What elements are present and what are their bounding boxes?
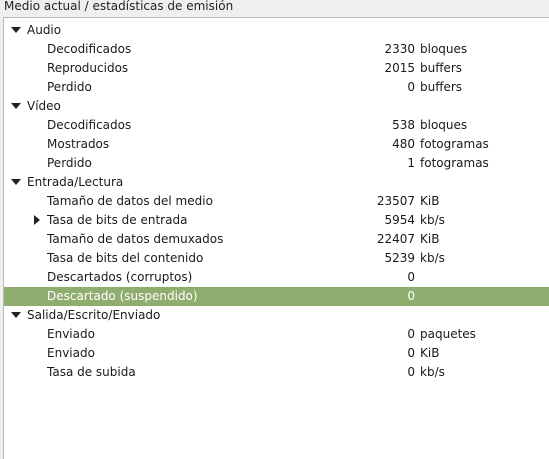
stat-unit: bloques [420,118,468,132]
stat-unit: KiB [420,346,440,360]
tree-item[interactable]: Descartados (corruptos) 0 [4,268,549,287]
stat-label: Tamaño de datos del medio [47,194,213,208]
statistics-tree[interactable]: Audio Decodificados 2330 bloques Reproducido… [3,17,549,459]
stat-unit: buffers [420,61,463,75]
expand-arrow-icon[interactable] [10,306,22,325]
expand-arrow-icon[interactable] [10,21,22,40]
stat-value: 0 [407,270,415,284]
stat-value: 23507 [376,194,415,208]
stat-label: Perdido [47,80,92,94]
stat-label: Reproducidos [47,61,129,75]
expand-arrow-icon[interactable] [10,97,22,116]
stat-label: Mostrados [47,137,110,151]
tree-category[interactable]: Entrada/Lectura [4,173,549,192]
tree-item[interactable]: Tamaño de datos del medio 23507 KiB [4,192,549,211]
stat-unit: KiB [420,232,440,246]
stat-value: 0 [407,346,415,360]
tree-item[interactable]: Tamaño de datos demuxados 22407 KiB [4,230,549,249]
stat-unit: kb/s [420,251,445,265]
stat-value: 2330 [384,42,415,56]
stat-unit: buffers [420,80,463,94]
tree-item[interactable]: Perdido 1 fotogramas [4,154,549,173]
stat-label: Tasa de bits de entrada [47,213,188,227]
tree-item[interactable]: Perdido 0 buffers [4,78,549,97]
tree-item[interactable]: Tasa de bits de entrada 5954 kb/s [4,211,549,230]
stat-unit: fotogramas [420,156,489,170]
tree-item[interactable]: Descartado (suspendido) 0 [4,287,549,306]
stat-label: Descartado (suspendido) [47,289,198,303]
stat-value: 22407 [376,232,415,246]
stat-label: Enviado [47,346,95,360]
tree-item[interactable]: Decodificados 538 bloques [4,116,549,135]
tree-item[interactable]: Enviado 0 paquetes [4,325,549,344]
stat-label: Decodificados [47,118,132,132]
stat-label: Tasa de subida [47,365,136,379]
stat-label: Perdido [47,156,92,170]
category-label: Entrada/Lectura [27,175,124,189]
collapsed-arrow-icon[interactable] [32,211,44,230]
stat-label: Tasa de bits del contenido [47,251,204,265]
stat-unit: paquetes [420,327,476,341]
stat-label: Tamaño de datos demuxados [47,232,224,246]
tree-item[interactable]: Mostrados 480 fotogramas [4,135,549,154]
tree-category[interactable]: Audio [4,21,549,40]
stat-value: 5239 [384,251,415,265]
tree-item[interactable]: Decodificados 2330 bloques [4,40,549,59]
tree-item[interactable]: Reproducidos 2015 buffers [4,59,549,78]
stat-label: Descartados (corruptos) [47,270,193,284]
tree-category[interactable]: Salida/Escrito/Enviado [4,306,549,325]
category-label: Salida/Escrito/Enviado [27,308,161,322]
stat-unit: fotogramas [420,137,489,151]
stat-label: Enviado [47,327,95,341]
category-label: Vídeo [27,99,61,113]
stat-unit: KiB [420,194,440,208]
stat-value: 2015 [384,61,415,75]
stat-value: 538 [392,118,415,132]
stat-value: 0 [407,327,415,341]
stat-unit: kb/s [420,213,445,227]
stat-value: 0 [407,365,415,379]
expand-arrow-icon[interactable] [10,173,22,192]
stat-value: 5954 [384,213,415,227]
category-label: Audio [27,23,62,37]
stat-label: Decodificados [47,42,132,56]
stat-value: 0 [407,80,415,94]
tree-item[interactable]: Enviado 0 KiB [4,344,549,363]
tree-item[interactable]: Tasa de subida 0 kb/s [4,363,549,382]
window-title: Medio actual / estadísticas de emisión [4,0,234,13]
stat-value: 0 [407,289,415,303]
stat-value: 1 [407,156,415,170]
stat-unit: bloques [420,42,468,56]
stat-value: 480 [392,137,415,151]
stat-unit: kb/s [420,365,445,379]
tree-category[interactable]: Vídeo [4,97,549,116]
tree-item[interactable]: Tasa de bits del contenido 5239 kb/s [4,249,549,268]
